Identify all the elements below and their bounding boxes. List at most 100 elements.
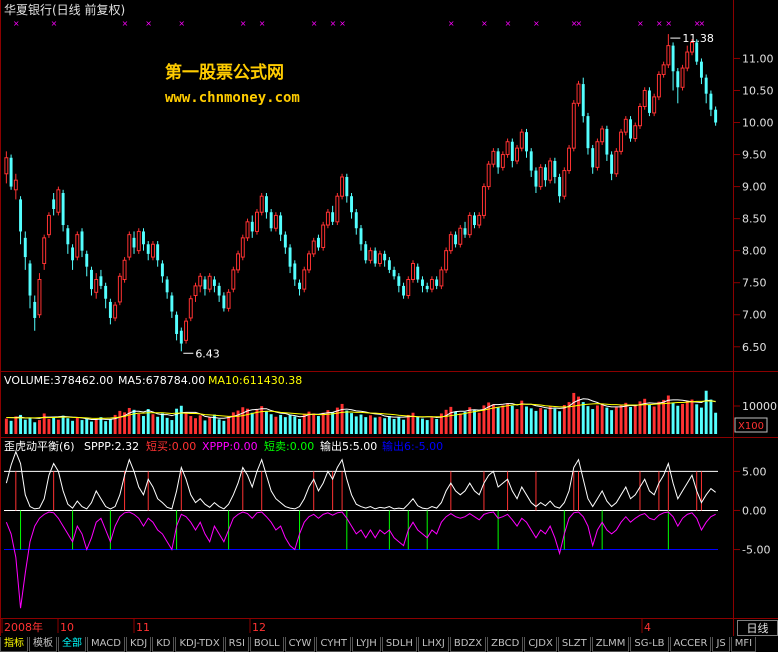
tab-zbcd[interactable]: ZBCD (487, 636, 524, 652)
volume-bar-down (80, 420, 84, 434)
volume-bar-down (203, 420, 207, 434)
time-axis-label: 12 (252, 621, 266, 634)
tab-sdlh[interactable]: SDLH (381, 636, 417, 652)
tab-item[interactable]: 全部 (58, 636, 86, 652)
tab-item[interactable]: 指标 (0, 636, 28, 652)
tab-item[interactable]: 模板 (29, 636, 57, 652)
candle-body-up (307, 253, 311, 271)
candle-body-down (676, 71, 680, 88)
tab-macd[interactable]: MACD (87, 636, 125, 652)
volume-bar-down (222, 420, 226, 434)
tab-accer[interactable]: ACCER (669, 636, 712, 652)
candle-body-up (231, 269, 236, 290)
volume-bar-up (312, 413, 316, 434)
tab-slzt[interactable]: SLZT (557, 636, 591, 652)
volume-bar-down (591, 409, 595, 434)
candle-body-down (293, 263, 297, 280)
volume-bar-up (614, 407, 618, 434)
candle-body-down (217, 285, 221, 296)
tab-kdj[interactable]: KDJ (125, 636, 152, 652)
volume-bar-down (331, 412, 335, 434)
price-tick-label: 7.50 (742, 277, 767, 290)
signal-marker: × (637, 19, 644, 28)
candle-body-up (273, 214, 278, 229)
candle-body-up (184, 320, 189, 341)
watermark-site-name: 第一股票公式网 (165, 62, 284, 83)
signal-marker: × (576, 19, 583, 28)
volume-bar-down (179, 405, 183, 434)
signal-marker: × (178, 19, 185, 28)
volume-bar-down (402, 419, 406, 434)
volume-bar-down (581, 402, 585, 434)
candle-body-down (345, 176, 349, 197)
candle-body-down (175, 314, 179, 334)
signal-marker: × (145, 19, 152, 28)
candle-body-up (500, 154, 505, 168)
signal-marker: × (122, 19, 129, 28)
volume-bar-down (463, 412, 467, 434)
volume-bar-down (392, 418, 396, 434)
tab-lhxj[interactable]: LHXJ (417, 636, 449, 652)
tab-mfi[interactable]: MFI (730, 636, 757, 652)
low-price-label: 6.43 (195, 347, 220, 360)
candle-body-up (136, 230, 141, 252)
signal-marker: × (505, 19, 512, 28)
tab-lyjh[interactable]: LYJH (351, 636, 381, 652)
candle-body-down (170, 295, 174, 312)
tab-sg-lb[interactable]: SG-LB (630, 636, 669, 652)
tab-rsi[interactable]: RSI (224, 636, 249, 652)
candle-body-down (463, 228, 467, 235)
candle-body-down (132, 237, 136, 248)
time-axis-label: 2008年 (4, 620, 43, 634)
indicator-series (4, 450, 718, 609)
tab-zlmm[interactable]: ZLMM (591, 636, 630, 652)
candle-body-up (623, 118, 628, 133)
volume-bar-down (586, 406, 590, 434)
tab-js[interactable]: JS (712, 636, 730, 652)
candle-body-down (534, 170, 538, 187)
period-selector-button[interactable]: 日线 (737, 620, 778, 636)
signal-marker: × (51, 19, 58, 28)
candle-body-up (619, 131, 624, 152)
low-annotation: 6.43 (183, 347, 220, 360)
watermark-site-url: www.chnmoney.com (165, 90, 300, 106)
candle-body-up (4, 157, 9, 175)
volume-bar-down (354, 416, 358, 434)
candle-body-up (127, 234, 132, 258)
price-tick-label: 8.00 (742, 245, 767, 258)
tab-boll[interactable]: BOLL (249, 636, 284, 652)
time-axis-label: 4 (644, 621, 651, 634)
tab-kdj-tdx[interactable]: KDJ-TDX (175, 636, 224, 652)
volume-bar-up (577, 396, 580, 434)
volume-bar-down (709, 399, 713, 434)
volume-bar-down (288, 414, 292, 434)
indicator-output2: 输出6:-5.00 (382, 439, 443, 453)
volume-bar-down (610, 410, 614, 434)
tab-cyht[interactable]: CYHT (316, 636, 351, 652)
xppp-line (5, 511, 716, 609)
volume-bar-down (553, 408, 557, 434)
tab-kd[interactable]: KD (152, 636, 175, 652)
candle-body-up (198, 275, 203, 287)
candle-body-down (581, 84, 585, 117)
candle-body-down (543, 167, 547, 181)
tab-bdzx[interactable]: BDZX (449, 636, 487, 652)
high-annotation: 11.38 (670, 32, 714, 45)
tab-cjdx[interactable]: CJDX (524, 636, 557, 652)
volume-bar-down (165, 417, 169, 434)
candle-body-down (373, 250, 377, 264)
candle-body-up (240, 237, 245, 258)
volume-bar-up (194, 418, 197, 434)
volume-bar-down (283, 417, 287, 434)
candle-body-up (576, 83, 581, 104)
volume-bar-up (42, 413, 46, 434)
candle-body-down (222, 295, 226, 309)
volume-bar-down (373, 417, 377, 434)
volume-bar-down (175, 408, 179, 434)
indicator-name: 歪虎动平衡(6) (4, 440, 75, 453)
price-tick-label: 11.00 (742, 52, 774, 65)
tab-cyw[interactable]: CYW (284, 636, 316, 652)
candle-body-down (264, 196, 268, 213)
candle-body-up (75, 234, 80, 258)
candle-body-up (439, 269, 444, 287)
